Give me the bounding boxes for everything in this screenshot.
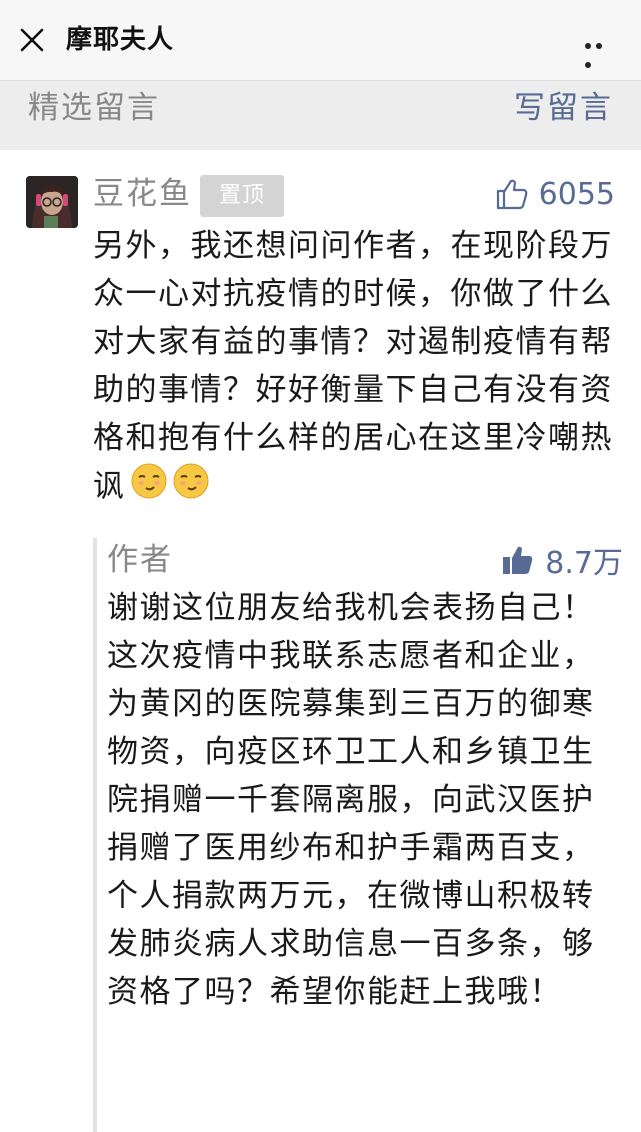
avatar[interactable]: [26, 176, 78, 228]
more-icon[interactable]: [585, 34, 617, 68]
pinned-badge: 置顶: [200, 175, 284, 217]
commenter-name[interactable]: 豆花鱼: [93, 172, 192, 216]
top-bar: 摩耶夫人: [0, 0, 641, 81]
smirk-emoji-icon: [172, 462, 210, 514]
close-icon[interactable]: [16, 24, 48, 56]
thumbs-up-filled-icon: [503, 546, 533, 574]
reply-like-count: 8.7万: [545, 546, 623, 581]
section-title: 精选留言: [28, 90, 160, 126]
write-comment-link[interactable]: 写留言: [514, 86, 613, 130]
comment-like-count: 6055: [538, 176, 615, 212]
comment-like-button[interactable]: 6055: [495, 172, 615, 216]
section-header: 精选留言 写留言: [0, 80, 641, 138]
reply-like-button[interactable]: 8.7万: [501, 538, 623, 582]
reply-text: 谢谢这位朋友给我机会表扬自己！这次疫情中我联系志愿者和企业，为黄冈的医院募集到三…: [107, 590, 595, 1010]
author-reply: 作者 8.7万 谢谢这位朋友给我机会表扬自己！这次疫情中我联系志愿者和企业，为黄…: [93, 538, 623, 1132]
comment-body: 另外，我还想问问作者，在现阶段万众一心对抗疫情的时候，你做了什么对大家有益的事情…: [93, 222, 618, 514]
reply-author: 作者: [107, 542, 173, 578]
page-title: 摩耶夫人: [66, 25, 175, 55]
smirk-emoji-icon: [130, 462, 168, 514]
comment-card: 豆花鱼 置顶 6055 另外，我还想问问作者，在现阶段万众一心对抗疫情的时候，你…: [0, 150, 641, 1132]
thumbs-up-outline-icon: [496, 179, 527, 210]
